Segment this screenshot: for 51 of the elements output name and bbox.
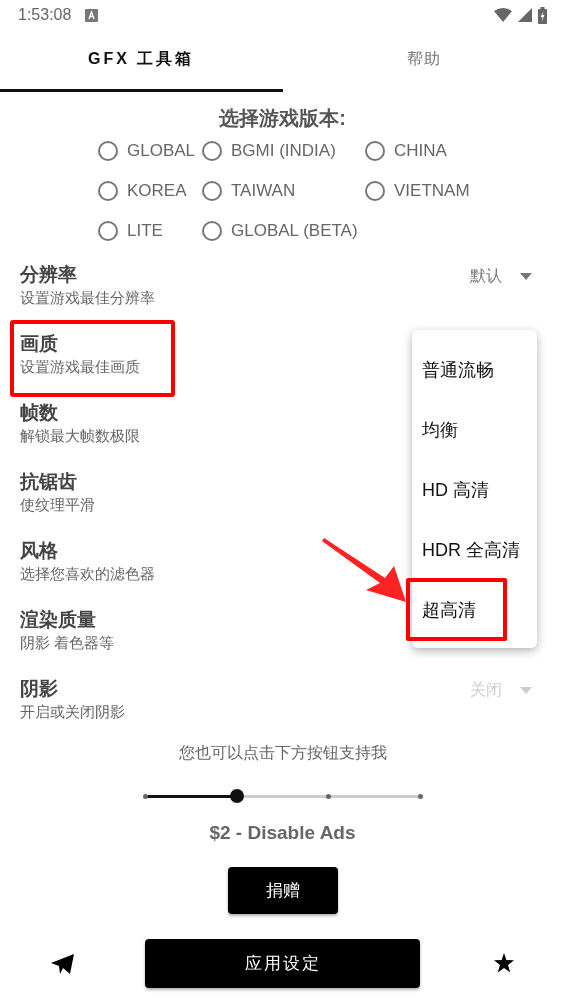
setting-description: 阴影 着色器等 [20,633,115,653]
setting-title: 帧数 [20,401,58,425]
setting-description: 设置游戏最佳画质 [20,357,140,377]
wifi-icon [494,8,512,22]
setting-description: 解锁最大帧数极限 [20,426,140,446]
setting-title: 阴影 [20,677,58,701]
paper-plane-icon[interactable] [51,954,74,974]
radio-button[interactable] [202,181,222,201]
radio-label[interactable]: VIETNAM [394,181,470,201]
apply-settings-button[interactable]: 应用设定 [145,939,420,988]
setting-description: 选择您喜欢的滤色器 [20,564,155,584]
radio-label[interactable]: TAIWAN [231,181,296,201]
setting-description: 使纹理平滑 [20,495,95,515]
setting-description: 开启或关闭阴影 [20,702,125,722]
radio-button[interactable] [202,141,222,161]
radio-label[interactable]: CHINA [394,141,447,161]
radio-label[interactable]: GLOBAL [127,141,196,161]
radio-label[interactable]: LITE [127,221,163,241]
section-title: 选择游戏版本: [218,106,347,131]
dropdown[interactable]: 默认 [470,266,532,287]
radio-label[interactable]: KOREA [127,181,187,201]
menu-item[interactable]: 均衡 [422,418,458,442]
donate-button[interactable]: 捐赠 [227,867,338,914]
caret-icon [520,273,532,280]
price-label: $2 - Disable Ads [209,821,356,845]
signal-icon [518,8,532,22]
battery-icon [538,6,547,24]
setting-title: 风格 [20,539,58,563]
star-icon[interactable] [494,953,514,973]
menu-item[interactable]: HD 高清 [422,478,489,502]
radio-button[interactable] [365,181,385,201]
setting-title: 渲染质量 [20,608,96,632]
menu-item[interactable]: HDR 全高清 [422,538,520,562]
keyboard-icon [85,8,99,22]
radio-button[interactable] [98,221,118,241]
radio-button[interactable] [202,221,222,241]
caret-icon [520,687,532,694]
radio-button[interactable] [365,141,385,161]
setting-description: 设置游戏最佳分辨率 [20,288,155,308]
menu-item[interactable]: 普通流畅 [422,358,494,382]
radio-label[interactable]: BGMI (INDIA) [231,141,336,161]
setting-title: 抗锯齿 [20,470,77,494]
tier-slider[interactable] [145,789,420,803]
radio-label[interactable]: GLOBAL (BETA) [231,221,358,241]
support-text: 您也可以点击下方按钮支持我 [178,743,387,763]
setting-title: 分辨率 [20,263,77,287]
radio-button[interactable] [98,141,118,161]
setting-title: 画质 [20,332,58,356]
status-time: 1:53:08 [18,6,72,24]
radio-button[interactable] [98,181,118,201]
menu-item[interactable]: 超高清 [422,598,476,622]
